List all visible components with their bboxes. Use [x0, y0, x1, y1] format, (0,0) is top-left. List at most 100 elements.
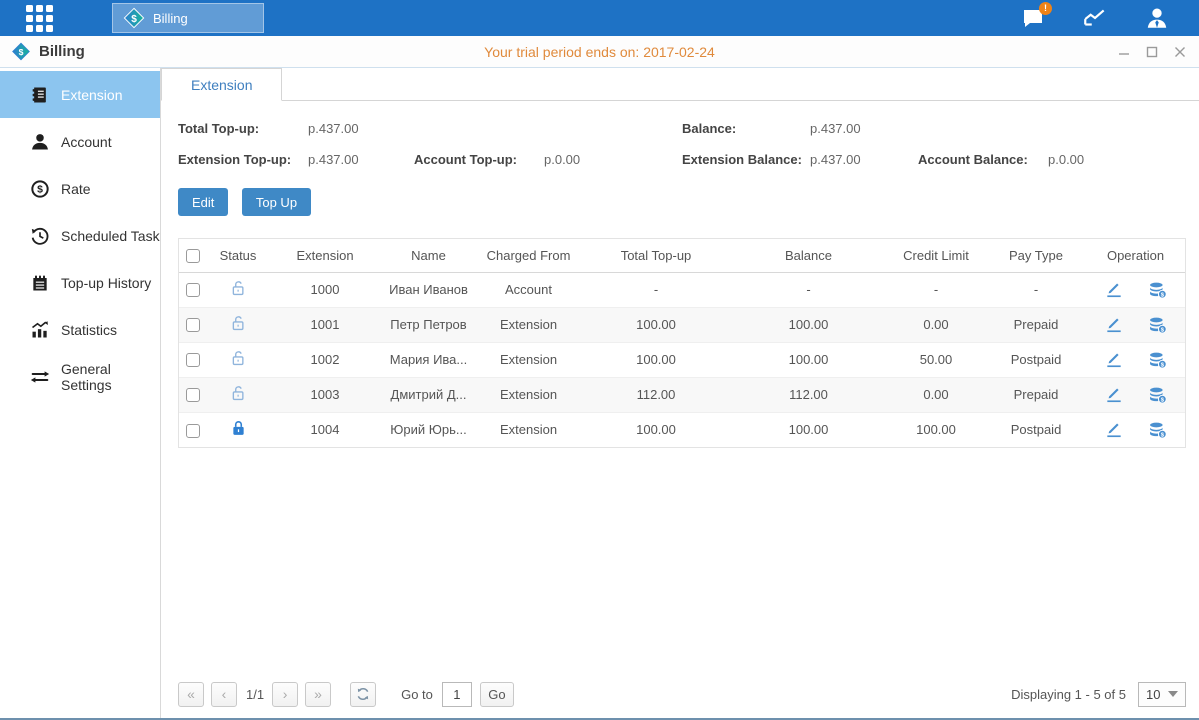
unlocked-icon: [229, 279, 248, 298]
window-titlebar: $ Billing Your trial period ends on: 201…: [0, 36, 1199, 68]
account-topup-value: p.0.00: [544, 144, 682, 175]
col-credit-limit: Credit Limit: [886, 239, 986, 272]
user-icon[interactable]: [1143, 4, 1171, 32]
table-row[interactable]: 1004 Юрий Юрь... Extension 100.00 100.00…: [179, 412, 1185, 447]
table-row[interactable]: 1000 Иван Иванов Account - - - - $: [179, 272, 1185, 307]
table-row[interactable]: 1001 Петр Петров Extension 100.00 100.00…: [179, 307, 1185, 342]
ledger-icon: [30, 85, 50, 105]
chart-icon[interactable]: [1081, 4, 1109, 32]
sidebar-item-scheduled-task[interactable]: Scheduled Task: [0, 212, 160, 259]
sidebar-item-label: Rate: [61, 181, 91, 197]
top-up-button[interactable]: Top Up: [242, 188, 311, 216]
sidebar-item-label: General Settings: [61, 361, 160, 393]
topup-icon[interactable]: $: [1148, 350, 1168, 370]
account-balance-value: p.0.00: [1048, 144, 1186, 175]
svg-text:$: $: [19, 47, 24, 57]
prev-page-button[interactable]: ‹: [211, 682, 237, 707]
pagination-bar: « ‹ 1/1 › » Go to Go Displaying 1 - 5 of…: [178, 675, 1186, 719]
col-name: Name: [381, 239, 476, 272]
topup-icon[interactable]: $: [1148, 280, 1168, 300]
row-checkbox[interactable]: [186, 353, 200, 367]
person-icon: [30, 132, 50, 152]
row-checkbox[interactable]: [186, 318, 200, 332]
edit-button[interactable]: Edit: [178, 188, 228, 216]
chat-icon[interactable]: !: [1019, 4, 1047, 32]
col-balance: Balance: [731, 239, 886, 272]
notification-badge: !: [1039, 2, 1052, 15]
col-operation: Operation: [1086, 239, 1185, 272]
sliders-icon: [30, 367, 50, 387]
table-row[interactable]: 1003 Дмитрий Д... Extension 112.00 112.0…: [179, 377, 1185, 412]
trial-notice: Your trial period ends on: 2017-02-24: [0, 44, 1199, 60]
go-button[interactable]: Go: [480, 682, 514, 707]
tab-extension[interactable]: Extension: [161, 68, 282, 101]
sidebar-item-label: Scheduled Task: [61, 228, 160, 244]
topup-icon[interactable]: $: [1148, 315, 1168, 335]
col-charged-from: Charged From: [476, 239, 581, 272]
sidebar-item-label: Top-up History: [61, 275, 151, 291]
locked-icon: [229, 419, 248, 438]
sidebar-item-rate[interactable]: $ Rate: [0, 165, 160, 212]
row-checkbox[interactable]: [186, 283, 200, 297]
next-page-button[interactable]: ›: [272, 682, 298, 707]
extension-topup-value: p.437.00: [308, 144, 414, 175]
sidebar: Extension Account $ Rate Scheduled Task: [0, 68, 161, 719]
svg-text:$: $: [131, 14, 137, 25]
table-row[interactable]: 1002 Мария Ива... Extension 100.00 100.0…: [179, 342, 1185, 377]
sidebar-item-extension[interactable]: Extension: [0, 71, 160, 118]
select-all-checkbox[interactable]: [186, 249, 200, 263]
page-size-value: 10: [1146, 687, 1160, 702]
dollar-circle-icon: $: [30, 179, 50, 199]
account-topup-label: Account Top-up:: [414, 144, 544, 175]
last-page-button[interactable]: »: [305, 682, 331, 707]
edit-icon[interactable]: [1104, 315, 1124, 335]
total-topup-value: p.437.00: [308, 113, 414, 144]
extension-balance-label: Extension Balance:: [682, 144, 810, 175]
taskbar-tab-label: Billing: [153, 11, 188, 26]
maximize-icon[interactable]: [1145, 45, 1159, 59]
edit-icon[interactable]: [1104, 420, 1124, 440]
row-checkbox[interactable]: [186, 388, 200, 402]
edit-icon[interactable]: [1104, 385, 1124, 405]
col-total-topup: Total Top-up: [581, 239, 731, 272]
notebook-icon: [30, 273, 50, 293]
minimize-icon[interactable]: [1117, 45, 1131, 59]
total-topup-label: Total Top-up:: [178, 113, 308, 144]
page-indicator: 1/1: [246, 687, 264, 702]
sidebar-item-label: Extension: [61, 87, 122, 103]
extension-balance-value: p.437.00: [810, 144, 918, 175]
topup-icon[interactable]: $: [1148, 420, 1168, 440]
sidebar-item-account[interactable]: Account: [0, 118, 160, 165]
refresh-button[interactable]: [350, 682, 376, 707]
topup-icon[interactable]: $: [1148, 385, 1168, 405]
svg-text:$: $: [37, 184, 43, 195]
bar-chart-icon: [30, 320, 50, 340]
edit-icon[interactable]: [1104, 280, 1124, 300]
sidebar-item-general-settings[interactable]: General Settings: [0, 353, 160, 400]
page-size-select[interactable]: 10: [1138, 682, 1186, 707]
displaying-text: Displaying 1 - 5 of 5: [1011, 687, 1126, 702]
sidebar-item-statistics[interactable]: Statistics: [0, 306, 160, 353]
diamond-dollar-icon: $: [123, 7, 145, 29]
table-header-row: Status Extension Name Charged From Total…: [179, 239, 1185, 272]
row-checkbox[interactable]: [186, 424, 200, 438]
sidebar-item-label: Statistics: [61, 322, 117, 338]
balance-label: Balance:: [682, 113, 810, 144]
col-status: Status: [207, 239, 269, 272]
app-grid-icon[interactable]: [0, 0, 78, 36]
edit-icon[interactable]: [1104, 350, 1124, 370]
taskbar-tab-billing[interactable]: $ Billing: [112, 3, 264, 33]
billing-app-icon: $: [10, 42, 32, 61]
goto-input[interactable]: [442, 682, 472, 707]
chevron-down-icon: [1168, 691, 1178, 697]
unlocked-icon: [229, 349, 248, 368]
col-pay-type: Pay Type: [986, 239, 1086, 272]
tab-strip: Extension: [161, 68, 1199, 101]
window-title: Billing: [39, 43, 85, 60]
unlocked-icon: [229, 384, 248, 403]
first-page-button[interactable]: «: [178, 682, 204, 707]
summary-panel: Total Top-up: p.437.00 Extension Top-up:…: [178, 113, 1186, 175]
goto-label: Go to: [401, 687, 433, 702]
sidebar-item-topup-history[interactable]: Top-up History: [0, 259, 160, 306]
close-icon[interactable]: [1173, 45, 1187, 59]
